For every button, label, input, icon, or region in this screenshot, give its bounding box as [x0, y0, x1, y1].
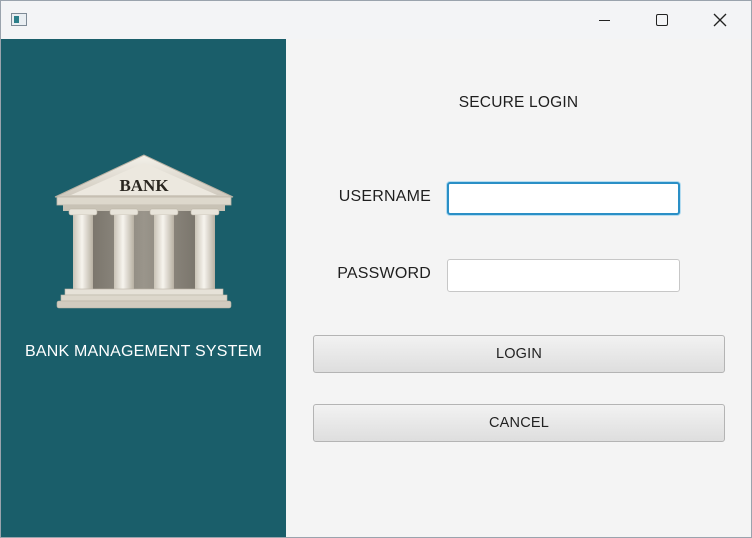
maximize-button[interactable] [633, 1, 691, 39]
login-form: SECURE LOGIN USERNAME PASSWORD LOGIN CAN… [286, 39, 751, 537]
close-button[interactable] [691, 1, 749, 39]
app-title: BANK MANAGEMENT SYSTEM [24, 343, 263, 360]
bank-building-icon: BANK [54, 154, 234, 309]
password-input[interactable] [447, 259, 680, 292]
bank-logo-text: BANK [119, 176, 169, 195]
title-bar [1, 1, 751, 39]
app-window-icon [11, 13, 27, 26]
minimize-icon [598, 19, 610, 21]
cancel-button[interactable]: CANCEL [313, 404, 725, 442]
username-input[interactable] [447, 182, 680, 215]
password-label: PASSWORD [337, 265, 431, 282]
minimize-button[interactable] [575, 1, 633, 39]
maximize-icon [656, 14, 668, 26]
branding-panel: BANK BANK MANAGEMENT SYSTEM [1, 39, 286, 537]
close-icon [713, 13, 727, 27]
login-window: BANK BANK MANAGEMENT SYSTEM SECURE LOGIN… [0, 0, 752, 538]
login-heading: SECURE LOGIN [458, 94, 579, 111]
login-button[interactable]: LOGIN [313, 335, 725, 373]
username-label: USERNAME [338, 188, 431, 205]
